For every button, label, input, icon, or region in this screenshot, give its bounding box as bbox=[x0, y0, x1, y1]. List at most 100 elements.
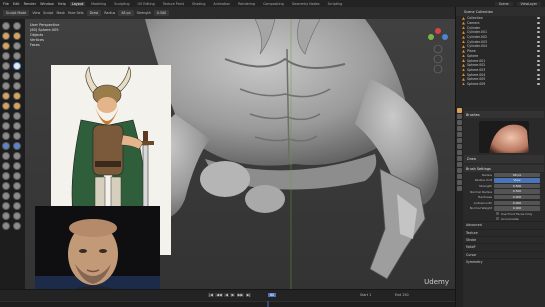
visibility-eye-icon[interactable] bbox=[537, 78, 540, 81]
texture-section[interactable]: Texture bbox=[464, 228, 544, 236]
stroke-section[interactable]: Stroke bbox=[464, 235, 544, 243]
particles-tab-icon[interactable] bbox=[457, 156, 462, 161]
symmetry-section[interactable]: Symmetry bbox=[464, 258, 544, 265]
play-button[interactable]: ▶ bbox=[230, 293, 236, 297]
flatten-brush-icon[interactable] bbox=[2, 72, 10, 80]
scale-icon[interactable] bbox=[13, 212, 21, 220]
visibility-eye-icon[interactable] bbox=[537, 54, 540, 57]
move-icon[interactable] bbox=[13, 202, 21, 210]
hardness-field[interactable]: 0.000 bbox=[494, 194, 540, 200]
elastic-deform-brush-icon[interactable] bbox=[2, 102, 10, 110]
mask-brush-icon[interactable] bbox=[2, 152, 10, 160]
clay-thumb-brush-icon[interactable] bbox=[2, 42, 10, 50]
view-layer-tab-icon[interactable] bbox=[457, 126, 462, 131]
mask-by-color-icon[interactable] bbox=[2, 202, 10, 210]
object-tab-icon[interactable] bbox=[457, 144, 462, 149]
workspace-tab-compositing[interactable]: Compositing bbox=[261, 2, 286, 6]
workspace-tab-texture-paint[interactable]: Texture Paint bbox=[161, 2, 186, 6]
visibility-eye-icon[interactable] bbox=[537, 45, 540, 48]
visibility-eye-icon[interactable] bbox=[537, 59, 540, 62]
cloth-filter-icon[interactable] bbox=[13, 182, 21, 190]
physics-tab-icon[interactable] bbox=[457, 162, 462, 167]
header-strength-field[interactable]: 0.500 bbox=[153, 10, 170, 16]
slide-relax-brush-icon[interactable] bbox=[2, 132, 10, 140]
visibility-eye-icon[interactable] bbox=[537, 50, 540, 53]
menu-file[interactable]: File bbox=[3, 2, 9, 6]
scene-tab-icon[interactable] bbox=[457, 132, 462, 137]
menu-render[interactable]: Render bbox=[24, 2, 36, 6]
visibility-eye-icon[interactable] bbox=[537, 26, 540, 29]
draw-brush-icon[interactable] bbox=[2, 22, 10, 30]
boundary-brush-icon[interactable] bbox=[13, 132, 21, 140]
workspace-tab-animation[interactable]: Animation bbox=[211, 2, 232, 6]
end-frame-field[interactable]: End 250 bbox=[395, 293, 409, 297]
radius-unit-field[interactable]: View bbox=[494, 178, 540, 183]
workspace-tab-scripting[interactable]: Scripting bbox=[326, 2, 345, 6]
header-menu-view[interactable]: View bbox=[32, 11, 40, 15]
tool-tab-icon[interactable] bbox=[457, 108, 462, 113]
visibility-eye-icon[interactable] bbox=[537, 82, 540, 85]
radius-field[interactable]: 48 px bbox=[494, 172, 540, 177]
scrape-brush-icon[interactable] bbox=[2, 82, 10, 90]
visibility-eye-icon[interactable] bbox=[537, 36, 540, 39]
pose-brush-icon[interactable] bbox=[13, 112, 21, 120]
clay-strips-brush-icon[interactable] bbox=[13, 32, 21, 40]
workspace-tab-uv-editing[interactable]: UV Editing bbox=[136, 2, 157, 6]
header-menu-sculpt[interactable]: Sculpt bbox=[43, 11, 53, 15]
jump-keyframe-forward-button[interactable]: ▶▶ bbox=[236, 293, 245, 297]
crease-brush-icon[interactable] bbox=[2, 62, 10, 70]
brushes-panel-header[interactable]: Brushes bbox=[464, 111, 544, 118]
draw-sharp-brush-icon[interactable] bbox=[13, 22, 21, 30]
play-reverse-button[interactable]: ◀ bbox=[224, 293, 229, 297]
jump-start-button[interactable]: |◀ bbox=[208, 293, 214, 297]
workspace-tab-sculpting[interactable]: Sculpting bbox=[112, 2, 131, 6]
blob-brush-icon[interactable] bbox=[13, 52, 21, 60]
visibility-eye-icon[interactable] bbox=[537, 68, 540, 71]
annotate-icon[interactable] bbox=[13, 222, 21, 230]
timeline-ruler[interactable] bbox=[0, 301, 455, 307]
visibility-eye-icon[interactable] bbox=[537, 22, 540, 25]
workspace-tab-shading[interactable]: Shading bbox=[190, 2, 207, 6]
cursor-section[interactable]: Cursor bbox=[464, 250, 544, 258]
normal-radius-field[interactable]: 0.500 bbox=[494, 189, 540, 194]
snake-hook-brush-icon[interactable] bbox=[13, 102, 21, 110]
header-menu-mask[interactable]: Mask bbox=[56, 11, 65, 15]
header-radius-field[interactable]: 48 px bbox=[118, 10, 134, 16]
navigation-gizmo[interactable] bbox=[425, 25, 451, 85]
modifier-tab-icon[interactable] bbox=[457, 150, 462, 155]
header-menu-face-sets[interactable]: Face Sets bbox=[68, 11, 84, 15]
visibility-eye-icon[interactable] bbox=[537, 17, 540, 20]
jump-end-button[interactable]: ▶| bbox=[245, 293, 252, 297]
fill-brush-icon[interactable] bbox=[13, 72, 21, 80]
pinch-brush-icon[interactable] bbox=[2, 92, 10, 100]
inflate-brush-icon[interactable] bbox=[2, 52, 10, 60]
draw-face-sets-icon[interactable] bbox=[13, 152, 21, 160]
jump-keyframe-back-button[interactable]: ◀◀ bbox=[215, 293, 223, 297]
advanced-section[interactable]: Advanced bbox=[464, 221, 544, 228]
menu-edit[interactable]: Edit bbox=[13, 2, 20, 6]
workspace-tab-layout[interactable]: Layout bbox=[69, 1, 86, 6]
brush-name-field[interactable]: Draw bbox=[464, 155, 544, 163]
color-filter-icon[interactable] bbox=[2, 192, 10, 200]
data-tab-icon[interactable] bbox=[457, 174, 462, 179]
clay-brush-icon[interactable] bbox=[2, 32, 10, 40]
rotate-icon[interactable] bbox=[2, 212, 10, 220]
transform-icon[interactable] bbox=[2, 222, 10, 230]
box-mask-icon[interactable] bbox=[2, 162, 10, 170]
menu-help[interactable]: Help bbox=[58, 2, 66, 6]
visibility-eye-icon[interactable] bbox=[537, 31, 540, 34]
current-frame-field[interactable]: 60 bbox=[268, 293, 277, 297]
layer-brush-icon[interactable] bbox=[13, 42, 21, 50]
visibility-eye-icon[interactable] bbox=[537, 64, 540, 67]
line-project-icon[interactable] bbox=[13, 172, 21, 180]
brush-preview-thumbnail[interactable] bbox=[479, 121, 529, 153]
outliner-row[interactable]: Sphere.009 bbox=[456, 82, 545, 87]
edit-face-set-icon[interactable] bbox=[13, 192, 21, 200]
start-frame-field[interactable]: Start 1 bbox=[360, 293, 371, 297]
rotate-brush-icon[interactable] bbox=[13, 122, 21, 130]
cloth-brush-icon[interactable] bbox=[2, 142, 10, 150]
visibility-eye-icon[interactable] bbox=[537, 40, 540, 43]
texture-tab-icon[interactable] bbox=[457, 186, 462, 191]
visibility-eye-icon[interactable] bbox=[537, 73, 540, 76]
constraints-tab-icon[interactable] bbox=[457, 168, 462, 173]
